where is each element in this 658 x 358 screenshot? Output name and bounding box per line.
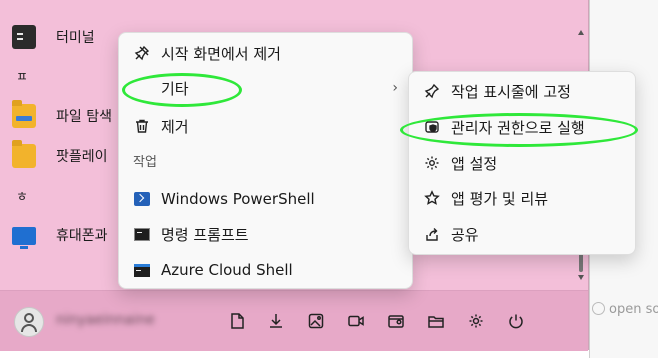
task-item-powershell[interactable]: Windows PowerShell xyxy=(119,182,412,216)
shield-icon xyxy=(423,118,441,136)
start-bottom-bar: ninyaeinnaine xyxy=(0,290,588,351)
downloads-icon[interactable] xyxy=(266,311,286,331)
scroll-up-icon[interactable] xyxy=(578,30,584,35)
powershell-icon xyxy=(133,190,151,208)
user-avatar[interactable] xyxy=(14,307,44,337)
power-icon[interactable] xyxy=(506,311,526,331)
submenu-item-rate-review[interactable]: 앱 평가 및 리뷰 xyxy=(409,181,635,215)
submenu-item-pin-taskbar[interactable]: 작업 표시줄에 고정 xyxy=(409,74,635,108)
terminal-icon xyxy=(12,25,36,49)
context-menu: 시작 화면에서 제거 기타 › 제거 작업 Windows PowerShell… xyxy=(118,32,413,289)
monitor-icon xyxy=(12,227,36,249)
user-folder-icon[interactable] xyxy=(386,311,406,331)
app-item-terminal[interactable]: 터미널 xyxy=(12,25,95,49)
alpha-index-letter[interactable]: ㅎ xyxy=(16,186,28,205)
radio-icon xyxy=(592,302,605,315)
gear-icon xyxy=(423,154,441,172)
menu-item-unpin[interactable]: 시작 화면에서 제거 xyxy=(119,36,412,70)
app-item-label: 터미널 xyxy=(56,30,95,46)
scroll-down-icon[interactable] xyxy=(578,275,584,280)
documents-icon[interactable] xyxy=(227,311,247,331)
app-item-file-explorer[interactable]: 파일 탐색 xyxy=(12,100,112,128)
menu-item-more[interactable]: 기타 › xyxy=(119,71,412,105)
star-icon xyxy=(423,189,441,207)
task-item-azure-cloud-shell[interactable]: Azure Cloud Shell xyxy=(119,253,412,287)
settings-gear-icon[interactable] xyxy=(466,311,486,331)
right-pane-text: open so xyxy=(592,302,658,317)
app-item-label: 휴대폰과 xyxy=(56,228,108,244)
app-item-label: 파일 탐색 xyxy=(56,109,112,125)
unpin-icon xyxy=(133,44,151,62)
azure-cloud-shell-icon xyxy=(133,261,151,279)
file-explorer-icon xyxy=(12,100,36,128)
share-icon xyxy=(423,225,441,243)
pin-icon xyxy=(423,82,441,100)
trash-icon xyxy=(133,117,151,135)
app-item-phone-link[interactable]: 휴대폰과 xyxy=(12,225,108,249)
pictures-icon[interactable] xyxy=(306,311,326,331)
app-item-label: 팟플레이 xyxy=(56,149,108,165)
more-submenu: 작업 표시줄에 고정 관리자 권한으로 실행 앱 설정 앱 평가 및 리뷰 공유 xyxy=(408,71,636,255)
command-prompt-icon xyxy=(133,225,151,243)
task-item-command-prompt[interactable]: 명령 프롬프트 xyxy=(119,217,412,251)
folder-icon xyxy=(12,140,36,168)
app-item-potplayer[interactable]: 팟플레이 xyxy=(12,140,108,168)
videos-icon[interactable] xyxy=(346,311,366,331)
submenu-item-share[interactable]: 공유 xyxy=(409,217,635,251)
submenu-item-app-settings[interactable]: 앱 설정 xyxy=(409,146,635,180)
file-explorer-icon[interactable] xyxy=(426,311,446,331)
tasks-section-label: 작업 xyxy=(133,155,157,170)
menu-item-uninstall[interactable]: 제거 xyxy=(119,109,412,143)
user-name[interactable]: ninyaeinnaine xyxy=(56,312,155,328)
submenu-item-run-as-admin[interactable]: 관리자 권한으로 실행 xyxy=(409,110,635,144)
alpha-index-letter[interactable]: ㅍ xyxy=(16,66,28,85)
chevron-right-icon: › xyxy=(392,80,398,96)
